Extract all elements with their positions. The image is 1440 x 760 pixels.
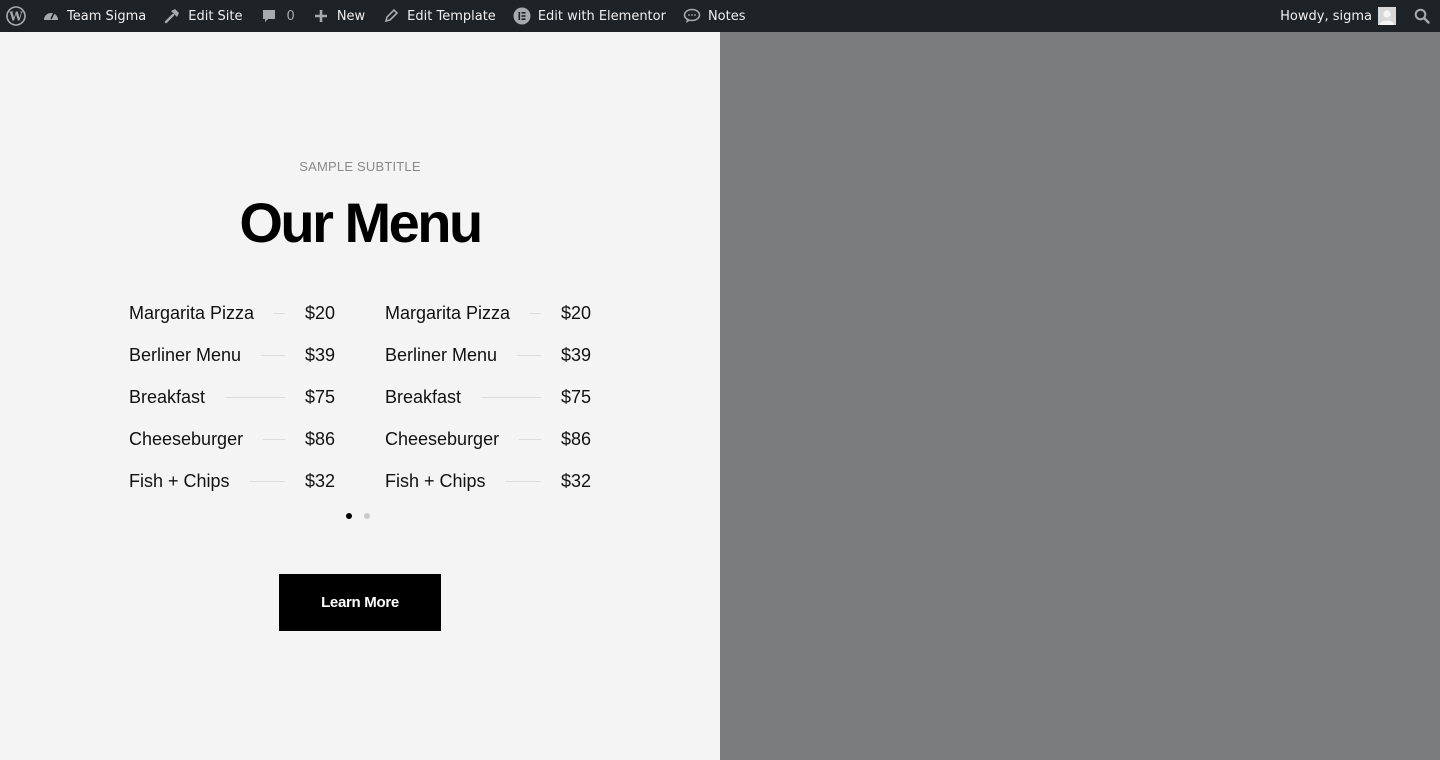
menu-item-name: Berliner Menu — [129, 344, 242, 365]
menu-item-divider — [505, 480, 541, 482]
section-subtitle: SAMPLE SUBTITLE — [299, 159, 421, 174]
section-title: Our Menu — [239, 191, 483, 254]
menu-item-divider — [517, 354, 541, 356]
menu-column-1: Margarita Pizza $20 Berliner Menu $39 Br… — [129, 292, 335, 502]
menu-item-name: Breakfast — [385, 386, 462, 407]
edit-elementor-label: Edit with Elementor — [537, 8, 666, 24]
menu-column-2: Margarita Pizza $20 Berliner Menu $39 Br… — [385, 292, 591, 502]
wordpress-icon: W — [6, 6, 26, 26]
menu-item-price: $20 — [560, 302, 591, 323]
menu-item: Berliner Menu $39 — [385, 334, 591, 376]
plus-icon — [311, 6, 331, 26]
menu-item-name: Cheeseburger — [129, 428, 244, 449]
new-label: New — [336, 8, 366, 24]
menu-item-price: $32 — [560, 470, 591, 491]
menu-item-name: Fish + Chips — [129, 470, 230, 491]
menu-item: Fish + Chips $32 — [385, 460, 591, 502]
svg-text:W: W — [8, 10, 23, 24]
pencil-icon — [381, 6, 401, 26]
menu-item-divider — [261, 354, 285, 356]
site-name-label: Team Sigma — [67, 8, 147, 24]
menu-item: Cheeseburger $86 — [129, 418, 335, 460]
new-content-link[interactable]: New — [303, 0, 373, 32]
menu-item-divider — [530, 312, 541, 314]
menu-item-divider — [519, 438, 541, 440]
dashboard-icon — [41, 6, 61, 26]
menu-item: Fish + Chips $32 — [129, 460, 335, 502]
menu-item: Cheeseburger $86 — [385, 418, 591, 460]
howdy-label: Howdy, sigma — [1280, 8, 1372, 24]
edit-template-link[interactable]: Edit Template — [373, 0, 504, 32]
menu-item: Breakfast $75 — [129, 376, 335, 418]
elementor-icon — [512, 6, 532, 26]
menu-item-price: $75 — [560, 386, 591, 407]
menu-item-price: $75 — [304, 386, 335, 407]
menu-item-divider — [225, 396, 285, 398]
comments-link[interactable]: 0 — [251, 0, 303, 32]
menu-item-name: Margarita Pizza — [385, 302, 511, 323]
edit-with-elementor-link[interactable]: Edit with Elementor — [504, 0, 674, 32]
menu-item-divider — [481, 396, 541, 398]
notes-label: Notes — [707, 8, 746, 24]
menu-item-price: $20 — [304, 302, 335, 323]
menu-item-price: $32 — [304, 470, 335, 491]
admin-bar: W Team Sigma Edit Site 0 New Edit Templa… — [0, 0, 1440, 32]
menu-item: Margarita Pizza $20 — [129, 292, 335, 334]
edit-template-label: Edit Template — [407, 8, 496, 24]
user-account-menu[interactable]: Howdy, sigma — [1272, 0, 1400, 32]
hammer-icon — [162, 6, 182, 26]
edit-site-link[interactable]: Edit Site — [154, 0, 250, 32]
slider-dot-1[interactable] — [346, 513, 352, 519]
menu-item-name: Cheeseburger — [385, 428, 500, 449]
slider-dot-2[interactable] — [364, 513, 370, 519]
menu-section: SAMPLE SUBTITLE Our Menu Margarita Pizza… — [0, 32, 720, 760]
image-panel — [720, 32, 1440, 760]
search-icon[interactable] — [1400, 0, 1440, 32]
menu-item: Breakfast $75 — [385, 376, 591, 418]
comments-count: 0 — [286, 8, 295, 24]
menu-item: Margarita Pizza $20 — [385, 292, 591, 334]
menu-item-divider — [263, 438, 285, 440]
edit-site-label: Edit Site — [188, 8, 243, 24]
wordpress-menu[interactable]: W — [0, 0, 33, 32]
menu-item-name: Fish + Chips — [385, 470, 486, 491]
avatar — [1378, 7, 1396, 25]
menu-item-divider — [249, 480, 285, 482]
comment-icon — [259, 6, 279, 26]
menu-item-price: $86 — [304, 428, 335, 449]
slider-pagination — [346, 513, 370, 519]
notes-link[interactable]: Notes — [674, 0, 754, 32]
menu-item-price: $86 — [560, 428, 591, 449]
menu-item-name: Berliner Menu — [385, 344, 498, 365]
menu-item: Berliner Menu $39 — [129, 334, 335, 376]
menu-item-price: $39 — [560, 344, 591, 365]
menu-item-name: Margarita Pizza — [129, 302, 255, 323]
learn-more-button[interactable]: Learn More — [279, 574, 441, 631]
site-name-link[interactable]: Team Sigma — [33, 0, 154, 32]
menu-item-name: Breakfast — [129, 386, 206, 407]
menu-item-price: $39 — [304, 344, 335, 365]
speech-bubble-icon — [682, 6, 702, 26]
menu-item-divider — [274, 312, 285, 314]
